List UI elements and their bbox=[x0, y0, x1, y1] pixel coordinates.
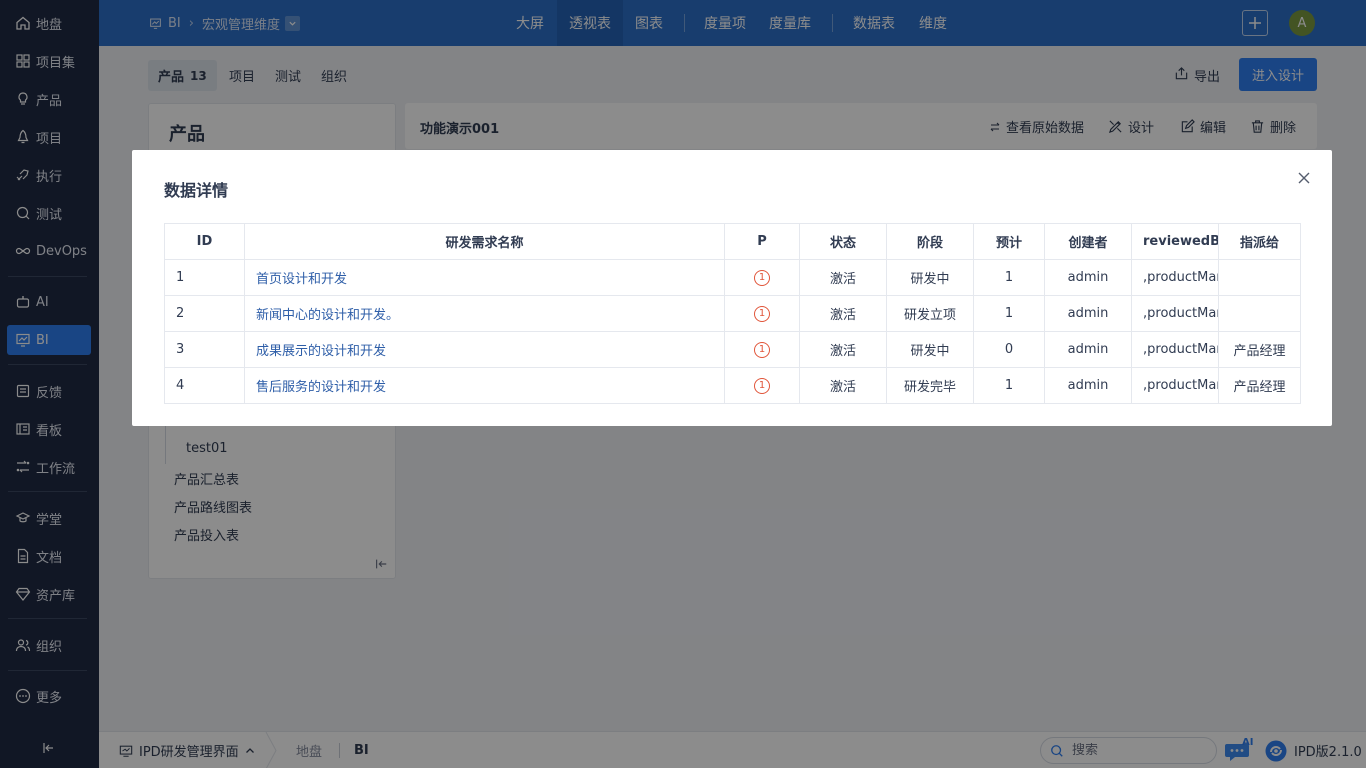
table-row: 3 成果展示的设计和开发 1 激活 研发中 0 admin ,productMa… bbox=[164, 331, 1301, 368]
story-link[interactable]: 成果展示的设计和开发 bbox=[256, 344, 386, 359]
cell-estimate: 1 bbox=[973, 295, 1045, 332]
column-header-assigned-to[interactable]: 指派给 bbox=[1218, 223, 1301, 260]
priority-badge: 1 bbox=[754, 377, 770, 394]
cell-status: 激活 bbox=[799, 367, 887, 404]
cell-priority: 1 bbox=[724, 367, 800, 404]
close-icon bbox=[1298, 172, 1310, 184]
cell-status: 激活 bbox=[799, 295, 887, 332]
column-header-creator[interactable]: 创建者 bbox=[1044, 223, 1132, 260]
cell-status: 激活 bbox=[799, 259, 887, 296]
cell-creator: admin bbox=[1044, 295, 1132, 332]
cell-creator: admin bbox=[1044, 259, 1132, 296]
cell-assigned-to bbox=[1218, 259, 1301, 296]
cell-id: 3 bbox=[164, 331, 245, 368]
cell-estimate: 0 bbox=[973, 331, 1045, 368]
cell-reviewed-by: ,productMan bbox=[1131, 331, 1219, 368]
story-link[interactable]: 售后服务的设计和开发 bbox=[256, 380, 386, 395]
cell-stage: 研发完毕 bbox=[886, 367, 974, 404]
cell-priority: 1 bbox=[724, 259, 800, 296]
cell-id: 4 bbox=[164, 367, 245, 404]
cell-estimate: 1 bbox=[973, 259, 1045, 296]
cell-priority: 1 bbox=[724, 331, 800, 368]
cell-name: 新闻中心的设计和开发。 bbox=[244, 295, 725, 332]
cell-reviewed-by: ,productMan bbox=[1131, 259, 1219, 296]
cell-name: 售后服务的设计和开发 bbox=[244, 367, 725, 404]
column-header-reviewed-by[interactable]: reviewedBy bbox=[1131, 223, 1219, 260]
column-header-priority[interactable]: P bbox=[724, 223, 800, 260]
priority-badge: 1 bbox=[754, 305, 770, 322]
cell-stage: 研发中 bbox=[886, 259, 974, 296]
table-row: 4 售后服务的设计和开发 1 激活 研发完毕 1 admin ,productM… bbox=[164, 367, 1301, 404]
column-header-id[interactable]: ID bbox=[164, 223, 245, 260]
priority-badge: 1 bbox=[754, 269, 770, 286]
modal-title: 数据详情 bbox=[164, 181, 229, 200]
cell-creator: admin bbox=[1044, 331, 1132, 368]
column-header-status[interactable]: 状态 bbox=[799, 223, 887, 260]
cell-reviewed-by: ,productMan bbox=[1131, 295, 1219, 332]
cell-id: 2 bbox=[164, 295, 245, 332]
cell-id: 1 bbox=[164, 259, 245, 296]
cell-name: 成果展示的设计和开发 bbox=[244, 331, 725, 368]
table-row: 1 首页设计和开发 1 激活 研发中 1 admin ,productMan bbox=[164, 259, 1301, 296]
cell-assigned-to bbox=[1218, 295, 1301, 332]
cell-status: 激活 bbox=[799, 331, 887, 368]
cell-priority: 1 bbox=[724, 295, 800, 332]
story-link[interactable]: 新闻中心的设计和开发。 bbox=[256, 308, 399, 323]
column-header-stage[interactable]: 阶段 bbox=[886, 223, 974, 260]
close-button[interactable] bbox=[1296, 170, 1312, 186]
story-link[interactable]: 首页设计和开发 bbox=[256, 272, 347, 287]
cell-assigned-to: 产品经理 bbox=[1218, 367, 1301, 404]
cell-stage: 研发中 bbox=[886, 331, 974, 368]
table-row: 2 新闻中心的设计和开发。 1 激活 研发立项 1 admin ,product… bbox=[164, 295, 1301, 332]
table-header-row: ID 研发需求名称 P 状态 阶段 预计 创建者 reviewedBy 指派给 bbox=[164, 223, 1301, 260]
cell-name: 首页设计和开发 bbox=[244, 259, 725, 296]
priority-badge: 1 bbox=[754, 341, 770, 358]
data-table: ID 研发需求名称 P 状态 阶段 预计 创建者 reviewedBy 指派给 … bbox=[164, 223, 1301, 404]
cell-stage: 研发立项 bbox=[886, 295, 974, 332]
column-header-name[interactable]: 研发需求名称 bbox=[244, 223, 725, 260]
column-header-estimate[interactable]: 预计 bbox=[973, 223, 1045, 260]
cell-assigned-to: 产品经理 bbox=[1218, 331, 1301, 368]
cell-estimate: 1 bbox=[973, 367, 1045, 404]
cell-creator: admin bbox=[1044, 367, 1132, 404]
cell-reviewed-by: ,productMan bbox=[1131, 367, 1219, 404]
data-details-modal: 数据详情 ID 研发需求名称 P 状态 阶段 预计 创建者 reviewedBy… bbox=[132, 150, 1332, 426]
